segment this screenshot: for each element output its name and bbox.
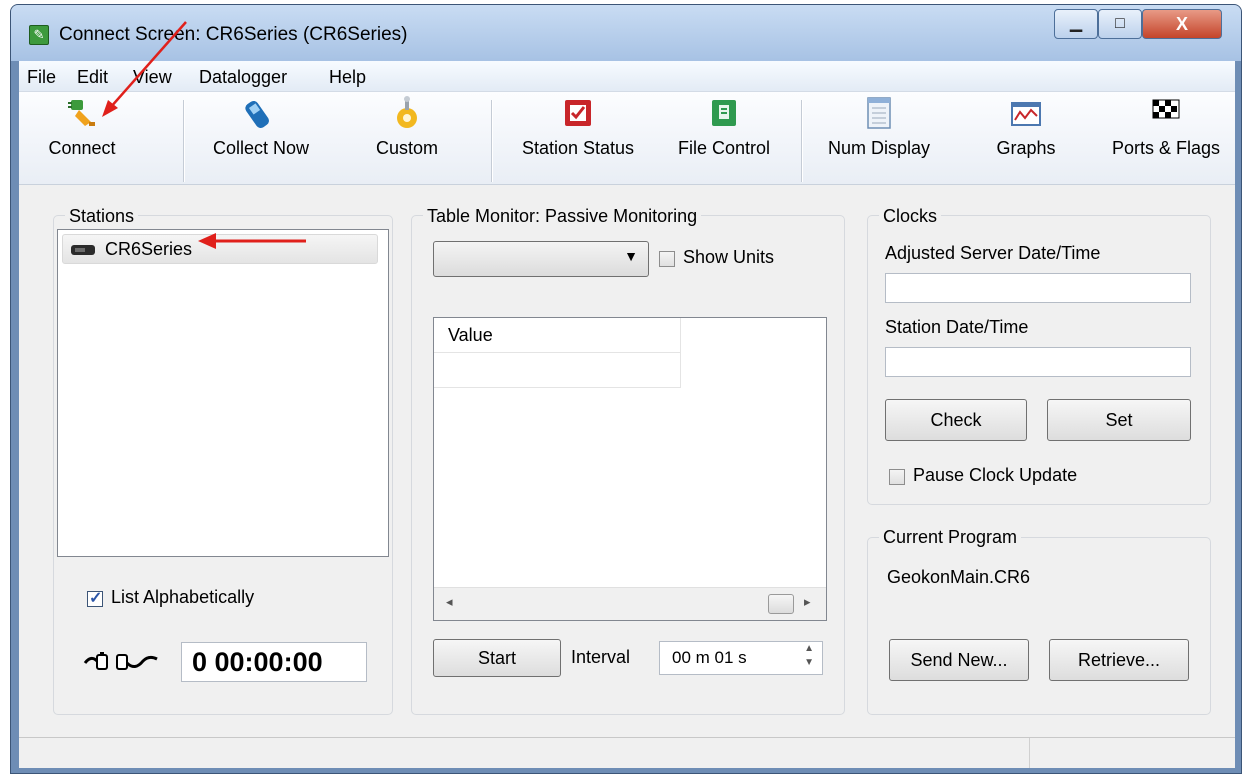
annotation-arrow-connect — [109, 21, 187, 109]
annotation-arrows — [102, 21, 306, 249]
annotation-arrowhead-station — [198, 233, 216, 249]
